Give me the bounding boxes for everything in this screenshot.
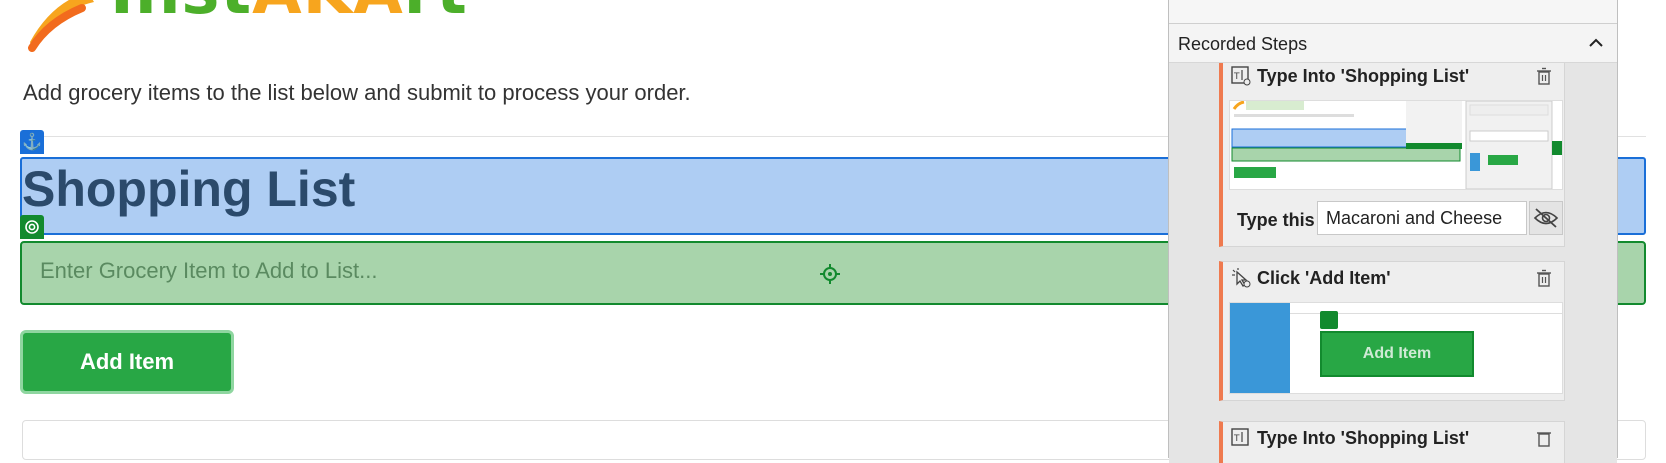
hide-value-toggle[interactable] (1529, 201, 1563, 235)
logo-wordmark: InstAKArt (110, 0, 468, 24)
recorded-steps-title: Recorded Steps (1178, 34, 1308, 54)
step-title: Click 'Add Item' (1257, 268, 1391, 288)
trash-icon[interactable] (1536, 429, 1552, 447)
target-icon (1320, 311, 1338, 329)
thumbnail-blue-block (1230, 303, 1290, 393)
steps-list: T Type Into 'Shopping List' Type this Ma… (1169, 63, 1617, 463)
type-this-label: Type this (1237, 210, 1315, 230)
type-text-icon: T (1231, 66, 1251, 86)
carrot-icon (28, 0, 94, 52)
step-screenshot-thumbnail (1229, 100, 1563, 190)
step-type-into[interactable]: T Type Into 'Shopping List' (1219, 63, 1565, 247)
recorder-panel: Recorded Steps T Type Into 'Shopping Lis… (1168, 0, 1618, 463)
step-click[interactable]: Click 'Add Item' Add Item (1219, 261, 1565, 401)
trash-icon[interactable] (1536, 269, 1552, 287)
step-type-into[interactable]: T Type Into 'Shopping List' (1219, 421, 1565, 463)
step-title: Type Into 'Shopping List' (1257, 428, 1470, 448)
recorded-steps-header[interactable]: Recorded Steps (1169, 24, 1617, 63)
thumbnail-add-item-button: Add Item (1320, 331, 1474, 377)
input-placeholder: Enter Grocery Item to Add to List... (40, 258, 378, 283)
page-title: Shopping List (22, 161, 356, 217)
thumbnail-image (1230, 101, 1562, 189)
eye-slash-icon (1533, 208, 1559, 228)
svg-text:T: T (1233, 72, 1240, 82)
panel-top-bar (1169, 0, 1617, 24)
anchor-icon[interactable]: ⚓ (20, 130, 44, 154)
type-text-icon: T (1231, 428, 1249, 446)
step-screenshot-thumbnail: Add Item (1229, 302, 1563, 394)
instakart-logo: InstAKArt (22, 0, 492, 54)
crosshair-icon (820, 264, 840, 284)
target-icon[interactable] (20, 215, 44, 239)
click-icon (1232, 268, 1251, 288)
intro-text: Add grocery items to the list below and … (23, 80, 691, 105)
trash-icon[interactable] (1536, 67, 1552, 85)
step-title: Type Into 'Shopping List' (1257, 66, 1470, 86)
chevron-up-icon[interactable] (1587, 34, 1605, 52)
type-value-input[interactable]: Macaroni and Cheese (1317, 201, 1527, 235)
add-item-button[interactable]: Add Item (20, 330, 234, 394)
